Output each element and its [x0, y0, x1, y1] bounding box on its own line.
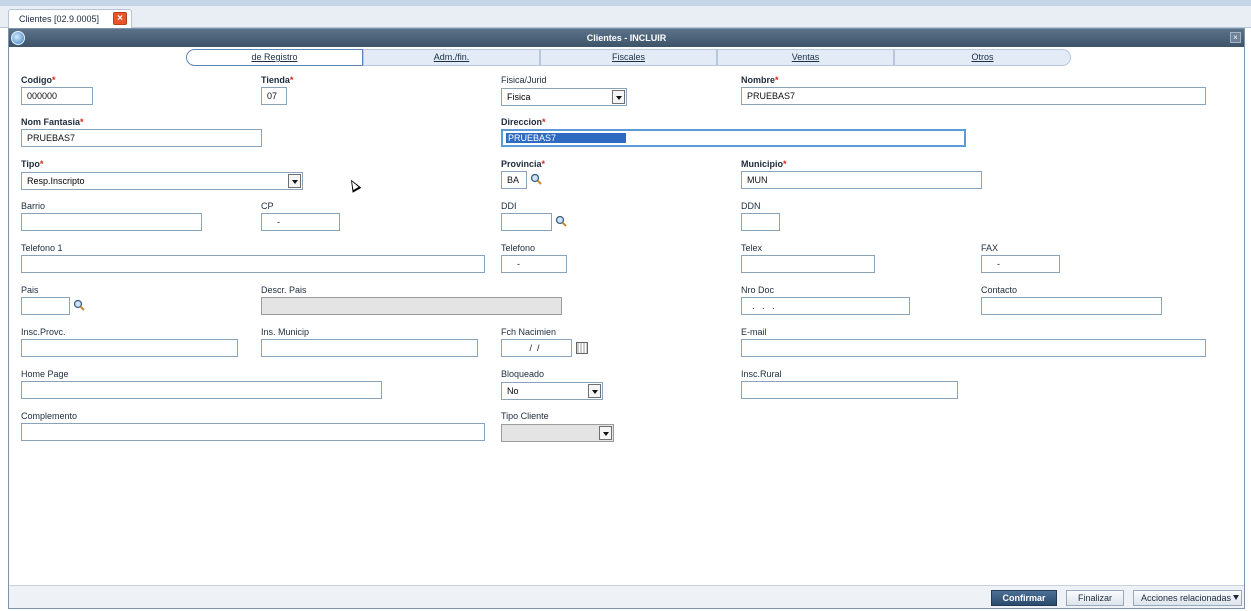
- barrio-field[interactable]: [21, 213, 202, 231]
- tipo-label: Tipo*: [21, 159, 44, 169]
- confirmar-button[interactable]: Confirmar: [991, 590, 1057, 606]
- descr-pais-field: [261, 297, 562, 315]
- ddn-label: DDN: [741, 201, 761, 211]
- bloqueado-value: No: [507, 386, 519, 396]
- fch-nacimien-field[interactable]: / /: [501, 339, 572, 357]
- app-tab-strip: Clientes [02.9.0005] ×: [0, 6, 1251, 28]
- provincia-field[interactable]: BA: [501, 171, 527, 189]
- chevron-down-icon[interactable]: [588, 384, 601, 398]
- tienda-label: Tienda*: [261, 75, 294, 85]
- telefono1-field[interactable]: [21, 255, 485, 273]
- municipio-field[interactable]: MUN: [741, 171, 982, 189]
- acciones-relacionadas-button[interactable]: Acciones relacionadas: [1133, 590, 1242, 606]
- tab-otros[interactable]: Otros: [894, 49, 1071, 66]
- insc-rural-field[interactable]: [741, 381, 958, 399]
- tab-ventas[interactable]: Ventas: [717, 49, 894, 66]
- bloqueado-label: Bloqueado: [501, 369, 545, 379]
- action-bar: Confirmar Finalizar Acciones relacionada…: [9, 585, 1244, 608]
- fch-nacimien-label: Fch Nacimien: [501, 327, 557, 337]
- contacto-label: Contacto: [981, 285, 1018, 295]
- telefono-field[interactable]: -: [501, 255, 567, 273]
- ddi-field[interactable]: [501, 213, 552, 231]
- ins-municip-field[interactable]: [261, 339, 478, 357]
- tipo-select[interactable]: Resp.Inscripto: [21, 172, 303, 190]
- pais-field[interactable]: [21, 297, 70, 315]
- direccion-label: Direccion*: [501, 117, 546, 127]
- chevron-down-icon[interactable]: [599, 426, 612, 440]
- cp-field[interactable]: -: [261, 213, 340, 231]
- close-tab-icon[interactable]: ×: [113, 12, 127, 25]
- fisica-jurid-value: Fisica: [507, 92, 531, 102]
- telex-field[interactable]: [741, 255, 875, 273]
- nombre-label: Nombre*: [741, 75, 779, 85]
- codigo-label: Codigo*: [21, 75, 56, 85]
- tab-fiscales[interactable]: Fiscales: [540, 49, 717, 66]
- nro-doc-field[interactable]: . . .: [741, 297, 910, 315]
- tipo-cliente-select[interactable]: [501, 424, 614, 442]
- ddi-label: DDI: [501, 201, 517, 211]
- chevron-down-icon[interactable]: [288, 174, 301, 188]
- municipio-label: Municipio*: [741, 159, 787, 169]
- title-bar: Clientes - INCLUIR ×: [9, 29, 1244, 47]
- provincia-label: Provincia*: [501, 159, 546, 169]
- complemento-field[interactable]: [21, 423, 485, 441]
- contacto-field[interactable]: [981, 297, 1162, 315]
- folder-tabs: de Registro Adm./fin. Fiscales Ventas Ot…: [9, 47, 1244, 69]
- direccion-value: PRUEBAS7: [506, 133, 626, 143]
- finalizar-button[interactable]: Finalizar: [1066, 590, 1124, 606]
- tipo-cliente-label: Tipo Cliente: [501, 411, 549, 421]
- tienda-field[interactable]: 07: [261, 87, 287, 105]
- complemento-label: Complemento: [21, 411, 78, 421]
- insc-rural-label: Insc.Rural: [741, 369, 782, 379]
- insc-provc-label: Insc.Provc.: [21, 327, 66, 337]
- fisica-jurid-label: Fisica/Jurid: [501, 75, 547, 85]
- fax-field[interactable]: -: [981, 255, 1060, 273]
- ins-municip-label: Ins. Municip: [261, 327, 310, 337]
- ddn-field[interactable]: [741, 213, 780, 231]
- telefono1-label: Telefono 1: [21, 243, 63, 253]
- home-page-field[interactable]: [21, 381, 382, 399]
- email-field[interactable]: [741, 339, 1206, 357]
- nombre-field[interactable]: PRUEBAS7: [741, 87, 1206, 105]
- search-icon[interactable]: [555, 215, 567, 227]
- fax-label: FAX: [981, 243, 999, 253]
- insc-provc-field[interactable]: [21, 339, 238, 357]
- email-label: E-mail: [741, 327, 767, 337]
- app-tab-clientes[interactable]: Clientes [02.9.0005] ×: [8, 9, 132, 28]
- cp-label: CP: [261, 201, 274, 211]
- close-window-icon[interactable]: ×: [1230, 32, 1241, 43]
- barrio-label: Barrio: [21, 201, 46, 211]
- tab-de-registro[interactable]: de Registro: [186, 49, 363, 66]
- nom-fantasia-field[interactable]: PRUEBAS7: [21, 129, 262, 147]
- pais-label: Pais: [21, 285, 39, 295]
- direccion-field[interactable]: PRUEBAS7: [501, 129, 966, 147]
- window-title: Clientes - INCLUIR: [586, 33, 667, 43]
- bloqueado-select[interactable]: No: [501, 382, 603, 400]
- calendar-icon[interactable]: [576, 342, 588, 354]
- descr-pais-label: Descr. Pais: [261, 285, 307, 295]
- acciones-label: Acciones relacionadas: [1141, 593, 1232, 603]
- client-form: Codigo* 000000 Tienda* 07 Fisica/Jurid F…: [9, 69, 1244, 584]
- search-icon[interactable]: [530, 173, 542, 185]
- tab-adm-fin[interactable]: Adm./fin.: [363, 49, 540, 66]
- app-tab-label: Clientes [02.9.0005]: [19, 14, 100, 24]
- codigo-field[interactable]: 000000: [21, 87, 93, 105]
- clientes-window: Clientes - INCLUIR × de Registro Adm./fi…: [8, 28, 1245, 609]
- nom-fantasia-label: Nom Fantasia*: [21, 117, 84, 127]
- telex-label: Telex: [741, 243, 763, 253]
- mouse-pointer-icon: [346, 177, 362, 193]
- chevron-down-icon: [1233, 595, 1239, 600]
- fisica-jurid-select[interactable]: Fisica: [501, 88, 627, 106]
- tipo-value: Resp.Inscripto: [27, 176, 85, 186]
- search-icon[interactable]: [73, 299, 85, 311]
- chevron-down-icon[interactable]: [612, 90, 625, 104]
- telefono-label: Telefono: [501, 243, 536, 253]
- nro-doc-label: Nro Doc: [741, 285, 775, 295]
- home-page-label: Home Page: [21, 369, 69, 379]
